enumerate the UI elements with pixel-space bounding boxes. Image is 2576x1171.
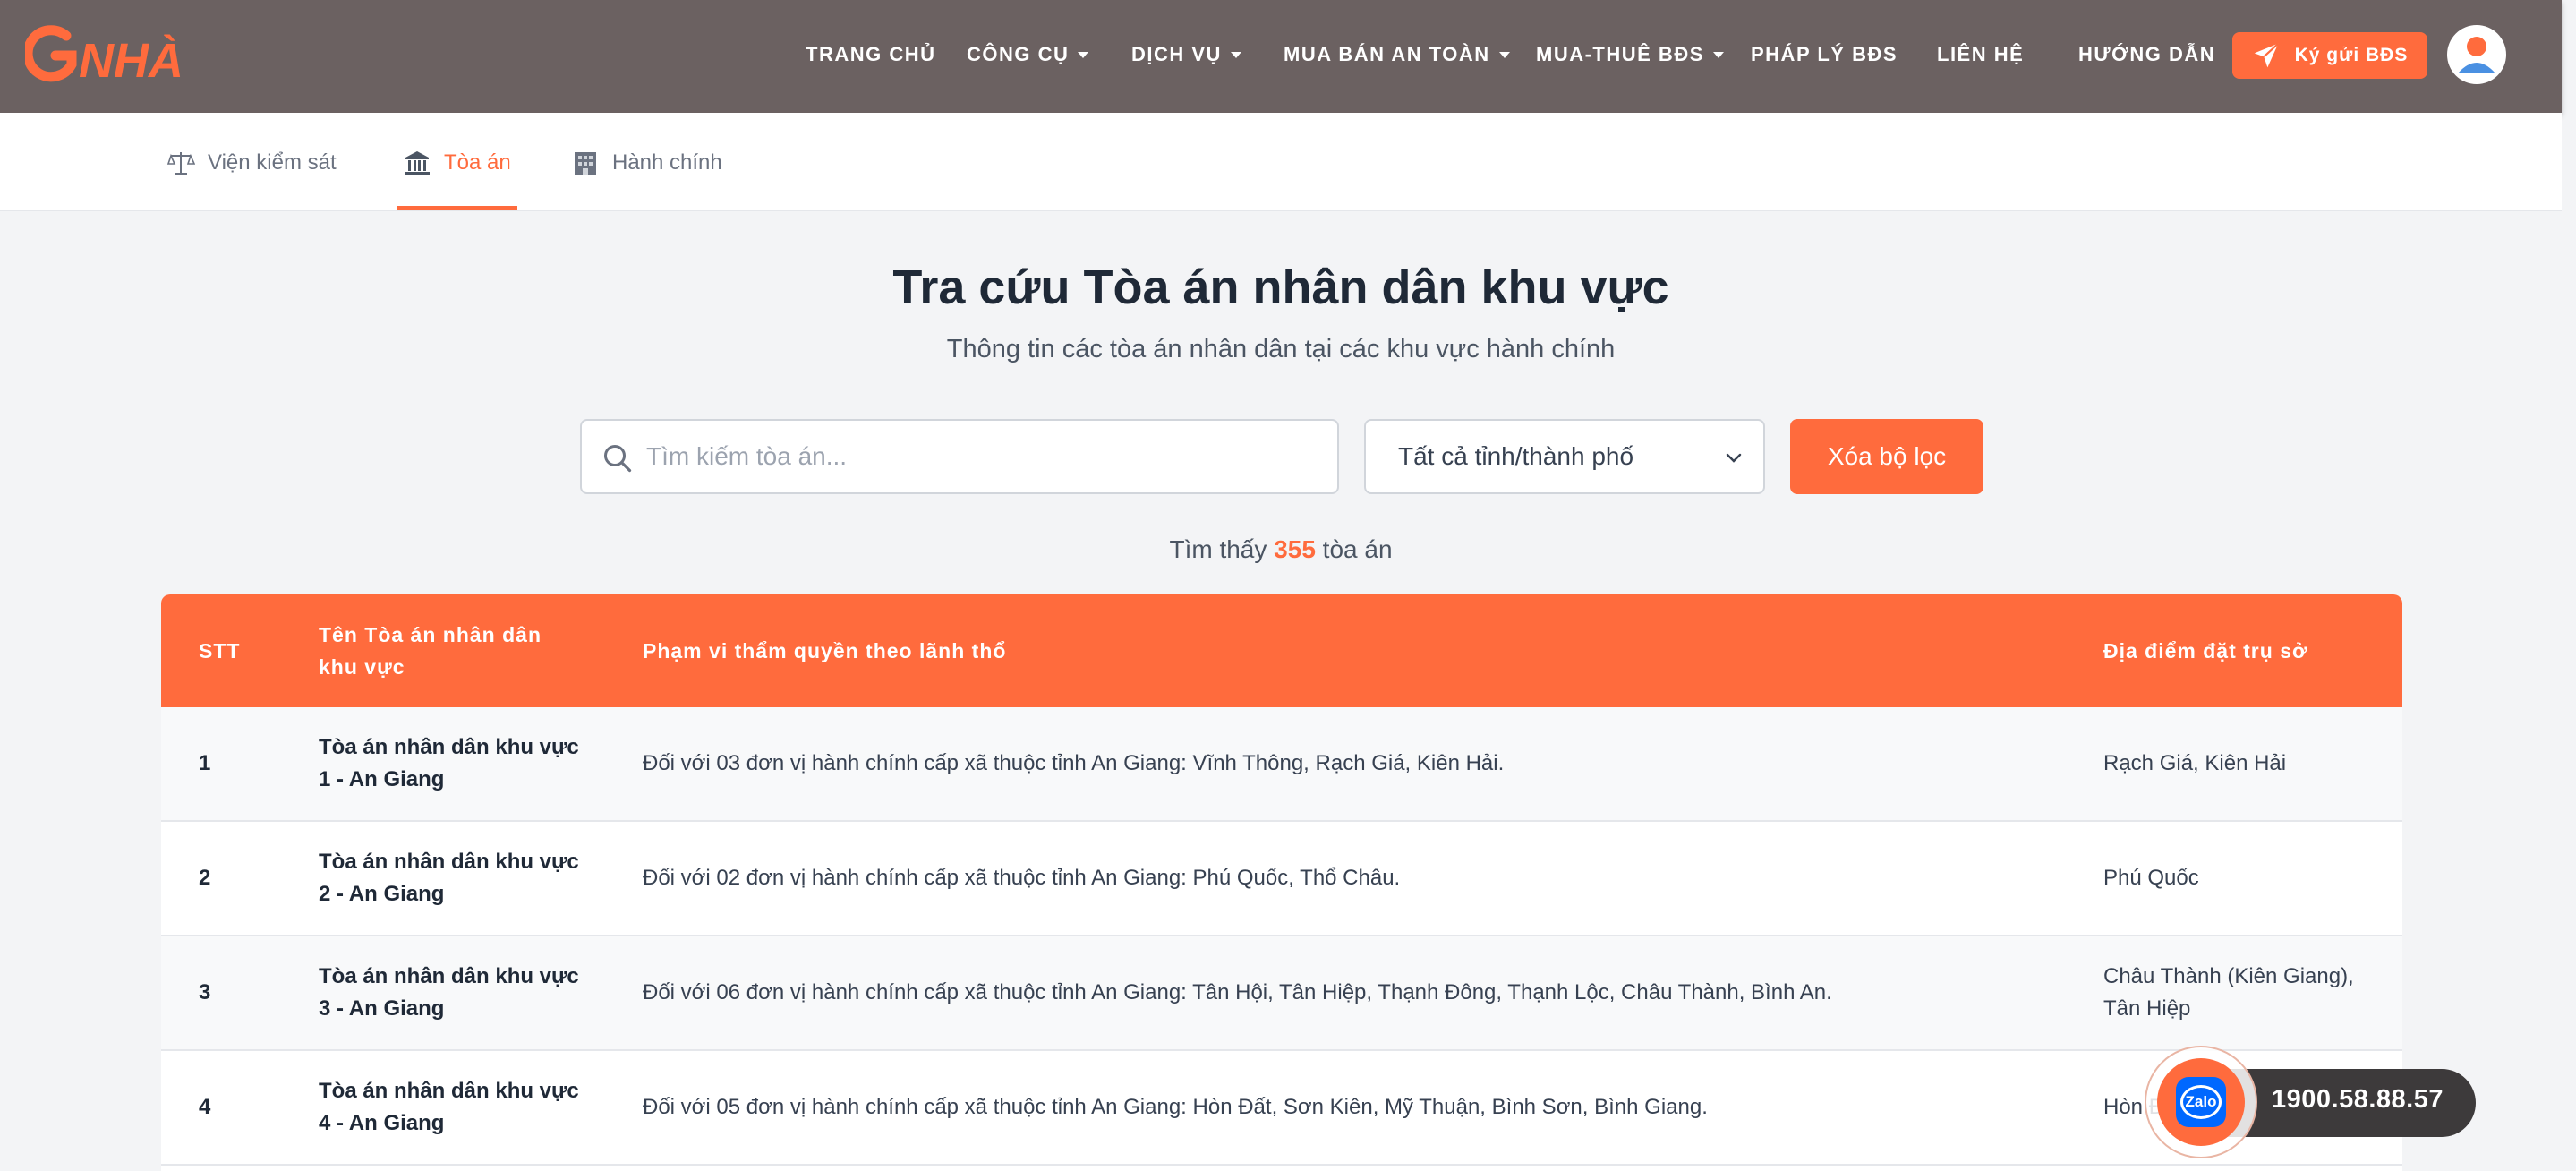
cell-stt: 2: [199, 866, 211, 890]
nav-phap-ly-bds[interactable]: PHÁP LÝ BĐS: [1751, 42, 1898, 67]
nav-dich-vu[interactable]: DỊCH VỤ: [1131, 42, 1241, 67]
tab-hanh-chinh[interactable]: Hành chính: [571, 143, 722, 183]
tab-vien-kiem-sat[interactable]: Viện kiểm sát: [166, 143, 337, 183]
category-tabs: Viện kiểm sát Tòa án Hành chính: [0, 113, 2562, 211]
caret-down-icon: [1230, 51, 1241, 58]
cell-name: Tòa án nhân dân khu vực 3 - An Giang: [319, 964, 579, 1021]
nav-label: CÔNG CỤ: [967, 43, 1070, 65]
nav-label: PHÁP LÝ BĐS: [1751, 43, 1898, 65]
user-icon: [2458, 37, 2495, 73]
page-title: Tra cứu Tòa án nhân dân khu vực: [892, 261, 1669, 314]
result-number: 355: [1274, 535, 1316, 563]
clear-filter-button[interactable]: Xóa bộ lọc: [1790, 419, 1983, 494]
clear-filter-label: Xóa bộ lọc: [1827, 442, 1947, 470]
ky-gui-bds-button[interactable]: Ký gửi BĐS: [2232, 32, 2427, 79]
nav-trang-chu[interactable]: TRANG CHỦ: [806, 42, 936, 67]
cell-stt: 3: [199, 980, 211, 1004]
result-count: Tìm thấy 355 tòa án: [0, 535, 2562, 564]
cell-name: Tòa án nhân dân khu vực 2 - An Giang: [319, 850, 579, 906]
tab-toa-an[interactable]: Tòa án: [403, 143, 511, 183]
nav-label: DỊCH VỤ: [1131, 43, 1222, 65]
nav-label: MUA-THUÊ BĐS: [1536, 43, 1704, 65]
courthouse-icon: [405, 151, 430, 175]
table-header: STT Tên Tòa án nhân dân khu vực Phạm vi …: [161, 594, 2402, 707]
tab-label: Tòa án: [444, 150, 511, 175]
send-icon: [2254, 42, 2279, 68]
main-nav: TRANG CHỦ CÔNG CỤ DỊCH VỤ MUA BÁN AN TOÀ…: [0, 0, 2562, 109]
building-icon: [575, 152, 596, 175]
top-header: NHÀ TRANG CHỦ CÔNG CỤ DỊCH VỤ MUA BÁN AN…: [0, 0, 2562, 113]
search-input[interactable]: [646, 442, 1337, 471]
caret-down-icon: [1498, 51, 1510, 58]
court-table: STT Tên Tòa án nhân dân khu vực Phạm vi …: [161, 594, 2402, 1171]
chevron-down-icon: [1726, 453, 1742, 463]
cell-location: Rạch Giá, Kiên Hải: [2103, 751, 2287, 775]
cell-scope: Đối với 02 đơn vị hành chính cấp xã thuộ…: [643, 866, 1401, 890]
cell-location: Châu Thành (Kiên Giang), Tân Hiệp: [2103, 964, 2354, 1021]
nav-mua-ban-an-toan[interactable]: MUA BÁN AN TOÀN: [1284, 42, 1510, 67]
nav-label: MUA BÁN AN TOÀN: [1284, 43, 1490, 65]
user-avatar[interactable]: [2447, 25, 2506, 84]
result-prefix: Tìm thấy: [1169, 535, 1267, 563]
page-subtitle: Thông tin các tòa án nhân dân tại các kh…: [946, 335, 1616, 363]
cell-scope: Đối với 06 đơn vị hành chính cấp xã thuộ…: [643, 980, 1832, 1004]
nav-huong-dan[interactable]: HƯỚNG DẪN: [2078, 42, 2215, 67]
header-scope: Phạm vi thẩm quyền theo lãnh thổ: [643, 639, 1007, 662]
cell-name: Tòa án nhân dân khu vực 1 - An Giang: [319, 735, 579, 791]
tab-label: Viện kiểm sát: [208, 150, 337, 175]
header-stt: STT: [199, 639, 241, 662]
zalo-icon: Zalo: [2176, 1077, 2226, 1127]
province-select-value: Tất cả tỉnh/thành phố: [1398, 442, 1634, 470]
nav-lien-he[interactable]: LIÊN HỆ: [1937, 42, 2024, 67]
cell-scope: Đối với 03 đơn vị hành chính cấp xã thuộ…: [643, 751, 1505, 775]
zalo-button[interactable]: Zalo: [2157, 1058, 2245, 1146]
cell-scope: Đối với 05 đơn vị hành chính cấp xã thuộ…: [643, 1095, 1708, 1119]
caret-down-icon: [1078, 51, 1089, 58]
cta-label: Ký gửi BĐS: [2294, 45, 2409, 65]
header-name: Tên Tòa án nhân dân khu vực: [319, 623, 542, 679]
nav-label: LIÊN HỆ: [1937, 43, 2025, 65]
cell-stt: 1: [199, 751, 211, 775]
cell-location: Phú Quốc: [2103, 866, 2199, 890]
province-select[interactable]: Tất cả tỉnh/thành phố: [1364, 419, 1765, 494]
table-row[interactable]: 3 Tòa án nhân dân khu vực 3 - An Giang Đ…: [161, 936, 2402, 1051]
cell-stt: 4: [199, 1095, 211, 1119]
hotline-number[interactable]: 1900.58.88.57: [2272, 1085, 2444, 1115]
table-row[interactable]: 1 Tòa án nhân dân khu vực 1 - An Giang Đ…: [161, 707, 2402, 822]
search-icon: [604, 445, 632, 473]
tab-label: Hành chính: [612, 150, 722, 175]
nav-cong-cu[interactable]: CÔNG CỤ: [967, 42, 1089, 67]
result-suffix: tòa án: [1322, 535, 1393, 563]
caret-down-icon: [1712, 51, 1724, 58]
nav-label: HƯỚNG DẪN: [2078, 43, 2216, 65]
zalo-label: Zalo: [2180, 1085, 2222, 1119]
nav-mua-thue-bds[interactable]: MUA-THUÊ BĐS: [1536, 42, 1724, 67]
scale-icon: [166, 152, 195, 175]
table-row[interactable]: 2 Tòa án nhân dân khu vực 2 - An Giang Đ…: [161, 822, 2402, 936]
table-row[interactable]: 4 Tòa án nhân dân khu vực 4 - An Giang Đ…: [161, 1051, 2402, 1166]
search-box[interactable]: [580, 419, 1339, 494]
active-tab-indicator: [397, 206, 517, 210]
header-location: Địa điểm đặt trụ sở: [2103, 639, 2308, 662]
nav-label: TRANG CHỦ: [806, 43, 936, 65]
cell-name: Tòa án nhân dân khu vực 4 - An Giang: [319, 1079, 579, 1135]
